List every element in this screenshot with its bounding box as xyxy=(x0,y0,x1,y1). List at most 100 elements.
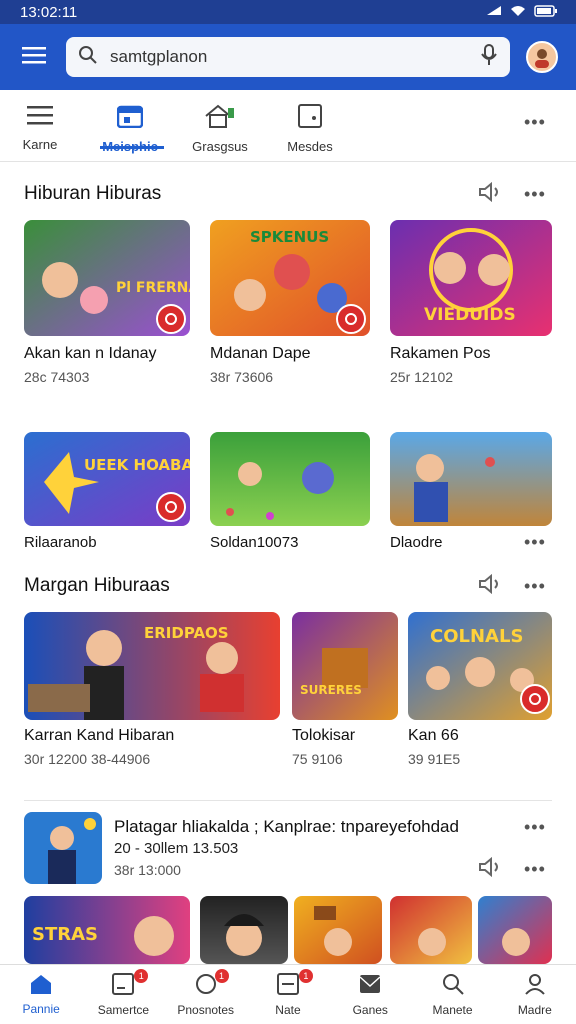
tabs-more-button[interactable]: ••• xyxy=(524,112,546,133)
status-bar: 13:02:11 xyxy=(0,0,576,24)
calendar-icon xyxy=(116,104,144,131)
game-thumbnail: SURERES xyxy=(292,612,398,720)
game-thumbnail xyxy=(390,896,472,964)
game-card[interactable]: COLNALS xyxy=(408,612,552,720)
game-thumbnail xyxy=(210,432,370,526)
status-time: 13:02:11 xyxy=(20,3,78,21)
featured-meta: 38r 13:000 xyxy=(114,862,181,878)
microphone-icon[interactable] xyxy=(480,43,498,71)
game-card[interactable]: ERIDPAOS xyxy=(24,612,280,720)
game-card[interactable]: SPKENUS xyxy=(210,220,370,336)
list-icon xyxy=(27,104,53,129)
thumbnail-art-text: UEEK HOABAS xyxy=(84,456,190,474)
notification-badge: 1 xyxy=(298,969,313,983)
game-thumbnail: ERIDPAOS xyxy=(24,612,280,720)
thumbnail-art-text: COLNALS xyxy=(430,626,523,647)
game-meta: 28c 74303 xyxy=(24,369,90,385)
game-card[interactable]: UEEK HOABAS xyxy=(24,432,190,526)
game-card[interactable]: Pl FRERNAS xyxy=(24,220,190,336)
section-more-button[interactable]: ••• xyxy=(524,184,546,205)
user-avatar[interactable] xyxy=(526,41,558,73)
game-card[interactable]: STRAS xyxy=(24,896,190,964)
speaker-icon[interactable] xyxy=(478,856,504,882)
nav-label: Manete xyxy=(432,1003,473,1017)
game-title: Akan kan n Idanay xyxy=(24,345,157,362)
game-meta: 38r 73606 xyxy=(210,369,274,385)
card-more-button[interactable]: ••• xyxy=(524,532,546,553)
game-card[interactable] xyxy=(200,896,288,964)
tab-groups[interactable]: Grasgsus xyxy=(180,92,260,162)
tablet-icon xyxy=(111,972,135,999)
speaker-icon[interactable] xyxy=(478,573,504,599)
hamburger-icon xyxy=(22,46,46,69)
play-badge-icon xyxy=(336,304,366,334)
featured-thumbnail[interactable] xyxy=(24,812,102,884)
game-meta: 30r 12200 38-44906 xyxy=(24,751,151,767)
search-bar[interactable]: samtgplanon xyxy=(66,37,510,77)
section-more-button[interactable]: ••• xyxy=(524,859,546,880)
nav-notes[interactable]: 1 Nate xyxy=(247,965,329,1024)
bottom-navigation: Pannie 1 Samertce 1 Pnosnotes 1 Nate Gan… xyxy=(0,964,576,1024)
game-card[interactable] xyxy=(294,896,382,964)
category-tabs: Karne Meisphic Grasgsus Mesdes xyxy=(0,92,576,162)
section-divider xyxy=(24,800,552,801)
tab-label: Grasgsus xyxy=(192,139,248,154)
thumbnail-art-text: VIEDUIDS xyxy=(424,305,516,325)
tab-home[interactable]: Karne xyxy=(0,92,80,162)
game-card[interactable]: SURERES xyxy=(292,612,398,720)
featured-more-button[interactable]: ••• xyxy=(524,817,546,838)
game-meta: 39 91E5 xyxy=(408,751,461,767)
tab-label: Mesdes xyxy=(287,139,333,154)
thumbnail-art-text: SPKENUS xyxy=(250,228,329,246)
section-title: Hiburan Hiburas xyxy=(24,183,162,204)
notification-badge: 1 xyxy=(214,969,229,983)
nav-search[interactable]: Manete xyxy=(411,965,493,1024)
tab-featured[interactable]: Meisphic xyxy=(90,92,170,162)
thumbnail-art-text: Pl FRERNAS xyxy=(116,280,190,296)
tab-indicator xyxy=(100,146,164,149)
game-thumbnail xyxy=(478,896,552,964)
play-badge-icon xyxy=(156,304,186,334)
house-icon xyxy=(204,104,236,131)
game-card[interactable] xyxy=(390,432,552,526)
nav-home[interactable]: Pannie xyxy=(0,965,82,1024)
thumbnail-art-text: STRAS xyxy=(32,924,98,945)
nav-services[interactable]: 1 Samertce xyxy=(82,965,164,1024)
game-title: Karran Kand Hibaran xyxy=(24,727,175,744)
game-card[interactable] xyxy=(478,896,552,964)
game-card[interactable]: VIEDUIDS xyxy=(390,220,552,336)
featured-subtitle: 20 - 30llem 13.503 xyxy=(114,840,239,857)
tab-modes[interactable]: Mesdes xyxy=(270,92,350,162)
home-icon xyxy=(29,973,53,998)
envelope-icon xyxy=(358,972,382,999)
nav-label: Pnosnotes xyxy=(177,1003,235,1017)
game-title: Rakamen Pos xyxy=(390,345,491,362)
game-card[interactable] xyxy=(210,432,370,526)
frame-icon xyxy=(298,104,322,131)
game-thumbnail: STRAS xyxy=(24,896,190,964)
section-title: Margan Hiburaas xyxy=(24,575,170,596)
person-icon xyxy=(523,972,547,999)
section-more-button[interactable]: ••• xyxy=(524,576,546,597)
game-title: Rilaaranob xyxy=(24,534,97,551)
game-thumbnail xyxy=(390,432,552,526)
play-badge-icon xyxy=(156,492,186,522)
game-thumbnail xyxy=(294,896,382,964)
game-title: Soldan10073 xyxy=(210,534,299,551)
play-badge-icon xyxy=(520,684,550,714)
nav-games[interactable]: Ganes xyxy=(329,965,411,1024)
nav-profile[interactable]: Madre xyxy=(494,965,576,1024)
game-meta: 25r 12102 xyxy=(390,369,454,385)
tab-label: Karne xyxy=(22,137,58,152)
signal-icon xyxy=(486,4,502,21)
nav-label: Pannie xyxy=(22,1002,60,1016)
nav-label: Ganes xyxy=(352,1003,388,1017)
speaker-icon[interactable] xyxy=(478,181,504,207)
game-card[interactable] xyxy=(390,896,472,964)
nav-promotions[interactable]: 1 Pnosnotes xyxy=(165,965,247,1024)
game-title: Tolokisar xyxy=(292,727,356,744)
battery-icon xyxy=(534,4,558,21)
menu-button[interactable] xyxy=(12,35,56,79)
search-input[interactable]: samtgplanon xyxy=(110,47,480,67)
nav-label: Madre xyxy=(517,1003,552,1017)
